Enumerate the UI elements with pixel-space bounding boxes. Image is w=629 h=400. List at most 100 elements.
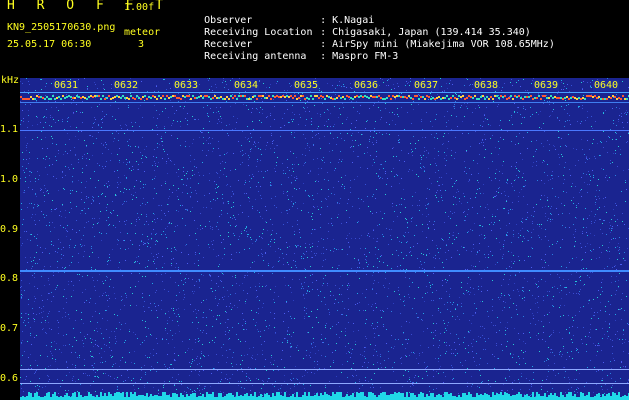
noise-speck [159, 144, 160, 145]
noise-speck [475, 313, 476, 314]
noise-speck [151, 238, 152, 239]
noise-speck [541, 386, 542, 387]
noise-speck [249, 181, 250, 182]
noise-speck [61, 249, 62, 250]
noise-speck [23, 159, 24, 160]
noise-speck [213, 148, 214, 149]
noise-speck [338, 214, 339, 215]
noise-speck [535, 396, 536, 397]
noise-speck [272, 224, 273, 225]
noise-speck [203, 370, 204, 371]
noise-speck [40, 188, 41, 189]
noise-speck [514, 190, 515, 191]
noise-speck [86, 145, 87, 146]
noise-speck [283, 321, 284, 322]
noise-speck [453, 302, 454, 303]
noise-speck [177, 138, 178, 139]
noise-speck [138, 147, 139, 148]
noise-speck [553, 109, 554, 110]
noise-speck [211, 310, 212, 311]
noise-speck [58, 190, 59, 191]
noise-speck [446, 160, 447, 161]
noise-speck [114, 138, 115, 139]
noise-speck [465, 167, 466, 168]
noise-speck [133, 385, 134, 386]
noise-speck [592, 272, 593, 273]
noise-speck [366, 121, 367, 122]
noise-speck [477, 252, 478, 253]
noise-speck [538, 307, 539, 308]
noise-speck [220, 381, 221, 382]
noise-speck [603, 113, 604, 114]
noise-speck [51, 209, 52, 210]
noise-speck [185, 141, 186, 142]
noise-speck [477, 213, 478, 214]
noise-speck [145, 327, 146, 328]
noise-speck [177, 321, 178, 322]
noise-speck [461, 105, 462, 106]
noise-speck [98, 125, 99, 126]
noise-speck [368, 304, 369, 305]
noise-speck [481, 291, 482, 292]
noise-speck [611, 219, 612, 220]
noise-speck [529, 290, 530, 291]
noise-speck [68, 117, 69, 118]
noise-speck [30, 171, 31, 172]
noise-speck [353, 376, 354, 377]
noise-speck [324, 179, 325, 180]
noise-speck [594, 216, 595, 217]
noise-speck [454, 104, 455, 105]
noise-speck [286, 302, 287, 303]
noise-speck [216, 319, 217, 320]
noise-speck [68, 314, 69, 315]
noise-speck [423, 166, 424, 167]
noise-speck [81, 312, 82, 313]
noise-speck [337, 137, 338, 138]
noise-speck [564, 109, 565, 110]
noise-speck [512, 389, 513, 390]
noise-speck [443, 143, 444, 144]
noise-speck [211, 280, 212, 281]
noise-speck [174, 347, 175, 348]
noise-speck [199, 93, 200, 94]
noise-speck [446, 351, 447, 352]
noise-speck [306, 355, 307, 356]
noise-speck [278, 296, 279, 297]
noise-speck [586, 157, 587, 158]
noise-speck [495, 178, 496, 179]
noise-speck [94, 363, 95, 364]
noise-speck [223, 80, 224, 81]
noise-speck [255, 241, 256, 242]
noise-speck [52, 117, 53, 118]
noise-speck [153, 117, 154, 118]
noise-speck [484, 217, 485, 218]
noise-speck [291, 132, 292, 133]
noise-speck [258, 308, 259, 309]
noise-speck [462, 121, 463, 122]
noise-speck [187, 193, 188, 194]
noise-speck [102, 318, 103, 319]
noise-speck [428, 347, 429, 348]
noise-speck [495, 173, 496, 174]
noise-speck [519, 295, 520, 296]
noise-speck [527, 217, 528, 218]
noise-speck [472, 346, 473, 347]
noise-speck [516, 309, 517, 310]
noise-speck [551, 206, 552, 207]
noise-speck [49, 253, 50, 254]
noise-speck [625, 366, 626, 367]
noise-speck [522, 222, 523, 223]
noise-speck [228, 222, 229, 223]
noise-speck [131, 194, 132, 195]
noise-speck [503, 301, 504, 302]
noise-speck [61, 258, 62, 259]
noise-speck [228, 232, 229, 233]
noise-speck [158, 305, 159, 306]
noise-speck [323, 278, 324, 279]
noise-speck [156, 233, 157, 234]
noise-speck [587, 218, 588, 219]
noise-speck [43, 214, 44, 215]
noise-speck [170, 277, 171, 278]
noise-speck [144, 100, 145, 101]
noise-speck [443, 320, 444, 321]
